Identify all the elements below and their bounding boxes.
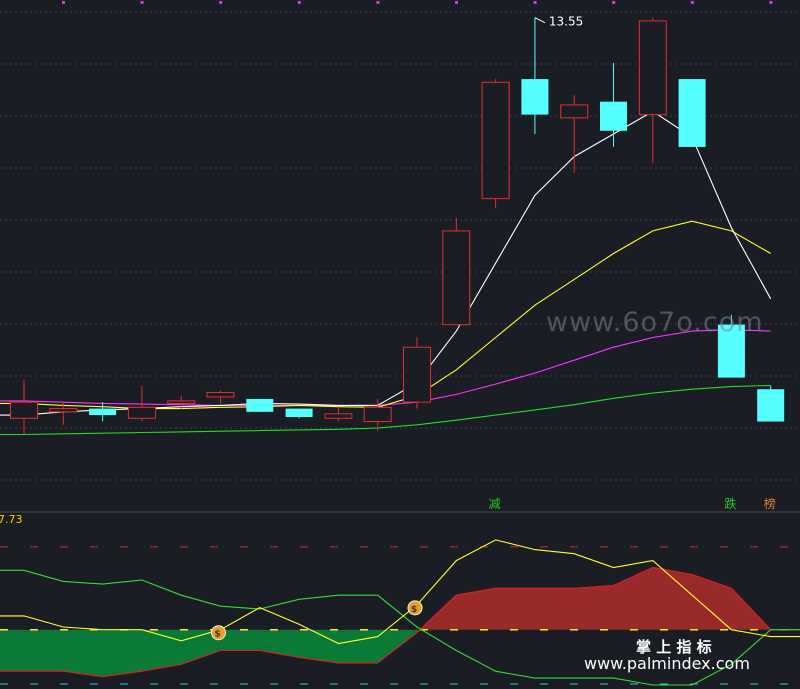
top-tick-mark <box>612 1 616 4</box>
top-tick-mark <box>455 1 458 4</box>
top-tick-mark <box>690 1 694 4</box>
candle-body <box>246 398 274 412</box>
candle-body <box>442 230 471 326</box>
candle-body <box>363 406 392 423</box>
candle-body <box>127 406 156 419</box>
candle <box>285 408 313 419</box>
candle-body <box>89 408 117 416</box>
top-tick-mark <box>297 1 301 4</box>
candle-body <box>757 389 785 422</box>
top-tick-mark <box>769 1 773 4</box>
candle-body <box>521 79 549 115</box>
money-bag-glyph: $ <box>411 605 417 615</box>
watermark-site2: www.palmindex.com <box>584 654 750 673</box>
money-bag-glyph: $ <box>215 630 221 640</box>
candle-body <box>481 81 510 200</box>
signal-marker: 减 <box>489 497 501 511</box>
candle-body <box>678 79 706 147</box>
money-bag-icon: $ <box>407 600 423 616</box>
candle-body <box>600 101 627 131</box>
indicator-value-label: 7.73 <box>0 513 23 526</box>
candle <box>442 218 471 326</box>
candle-body <box>285 408 313 418</box>
top-tick-mark <box>140 1 144 4</box>
candle-body <box>638 20 667 116</box>
signal-marker: 跌 <box>724 496 736 511</box>
candle-body <box>403 346 431 403</box>
money-bag-icon: $ <box>211 625 226 641</box>
signal-marker: 榜 <box>764 496 776 511</box>
top-tick-mark <box>219 1 223 4</box>
top-tick-mark <box>62 1 65 4</box>
candle <box>246 398 274 412</box>
top-tick-mark <box>533 1 537 4</box>
candle-body <box>10 401 38 419</box>
candle-body <box>324 413 353 419</box>
candle-body <box>206 391 235 398</box>
candle-body <box>167 400 196 404</box>
watermark-site1: www.6o7o.com <box>546 307 764 338</box>
candle <box>403 337 431 409</box>
top-tick-mark <box>376 1 380 4</box>
candle <box>481 79 510 209</box>
candle <box>678 79 706 147</box>
candle-body <box>560 104 589 119</box>
candle <box>757 386 785 422</box>
stock-chart: 13.55减跌榜 7.73$$ www.6o7o.com 掌 上 指 标 www… <box>0 0 800 689</box>
candle-body <box>49 408 78 413</box>
high-price-label: 13.55 <box>549 15 583 29</box>
